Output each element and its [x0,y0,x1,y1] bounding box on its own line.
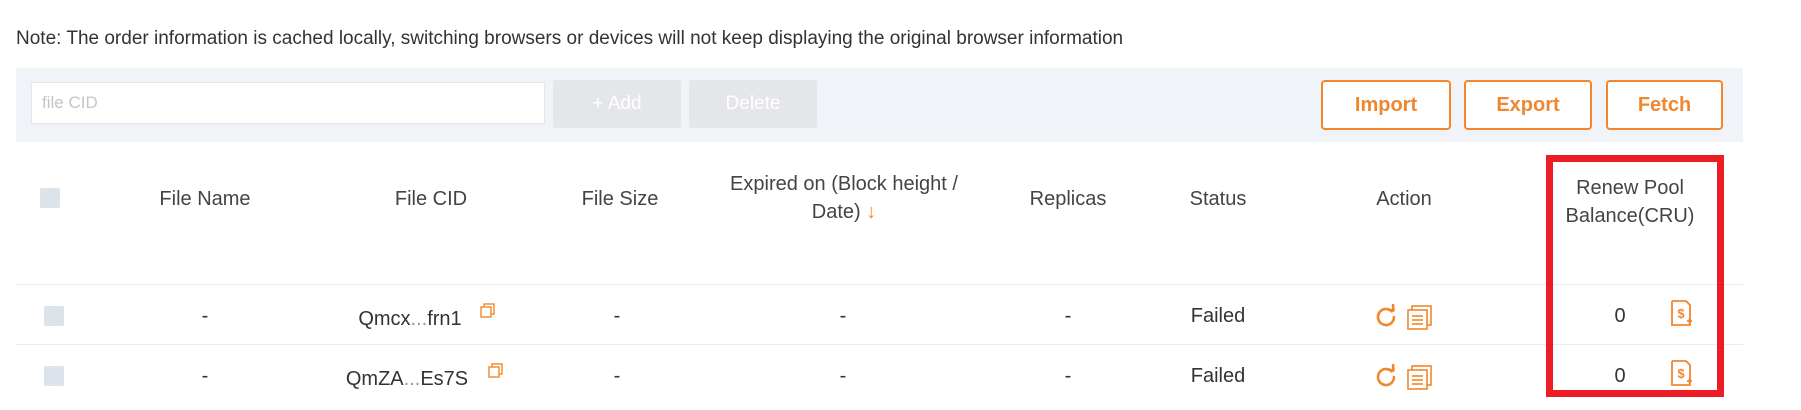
cid-head: Qmcx [358,308,411,330]
cell-expired: - [839,365,847,387]
cell-status: Failed [1190,365,1246,387]
document-icon[interactable] [1407,305,1433,330]
cell-file-cid[interactable]: Qmcx...frn1 [330,308,490,331]
toolbar: + Add Delete Import Export Fetch [16,68,1743,142]
cell-replicas: - [1064,365,1072,387]
select-all-checkbox[interactable] [40,188,60,208]
refresh-icon[interactable] [1373,364,1399,390]
file-cid-input[interactable] [31,82,545,124]
cid-head: QmZA [345,368,404,390]
document-icon[interactable] [1407,365,1433,390]
copy-icon[interactable] [488,363,503,378]
sort-arrow-icon[interactable]: ↓ [866,201,876,223]
cid-tail: Es7S [420,368,469,390]
cell-file-size: - [613,305,621,327]
delete-button[interactable]: Delete [689,80,817,128]
row-divider [16,344,1743,345]
header-file-size: File Size [581,188,659,210]
row-checkbox[interactable] [44,306,64,326]
cell-file-name: - [201,365,209,387]
header-status: Status [1189,188,1247,210]
cell-file-name: - [201,305,209,327]
fetch-button[interactable]: Fetch [1606,80,1723,130]
cache-note: Note: The order information is cached lo… [16,28,1124,49]
copy-icon[interactable] [480,303,495,318]
header-action: Action [1376,188,1432,210]
import-button[interactable]: Import [1321,80,1451,130]
header-file-name: File Name [159,188,251,210]
add-button[interactable]: + Add [553,80,681,128]
cell-expired: - [839,305,847,327]
export-button[interactable]: Export [1464,80,1592,130]
header-expired-line1: Expired on (Block height / [730,173,958,195]
refresh-icon[interactable] [1373,304,1399,330]
cid-ellipsis: ... [403,368,421,390]
header-expired-line2: Date) [811,201,861,223]
cell-file-cid[interactable]: QmZA...Es7S [322,368,492,391]
cell-file-size: - [613,365,621,387]
header-file-cid: File CID [394,188,468,210]
cid-ellipsis: ... [410,308,428,330]
highlight-box [1546,155,1724,397]
cid-tail: frn1 [427,308,462,330]
row-divider [16,284,1743,285]
cell-replicas: - [1064,305,1072,327]
header-expired[interactable]: Expired on (Block height / Date) ↓ [702,170,986,226]
header-replicas: Replicas [1029,188,1107,210]
cell-status: Failed [1190,305,1246,327]
row-checkbox[interactable] [44,366,64,386]
